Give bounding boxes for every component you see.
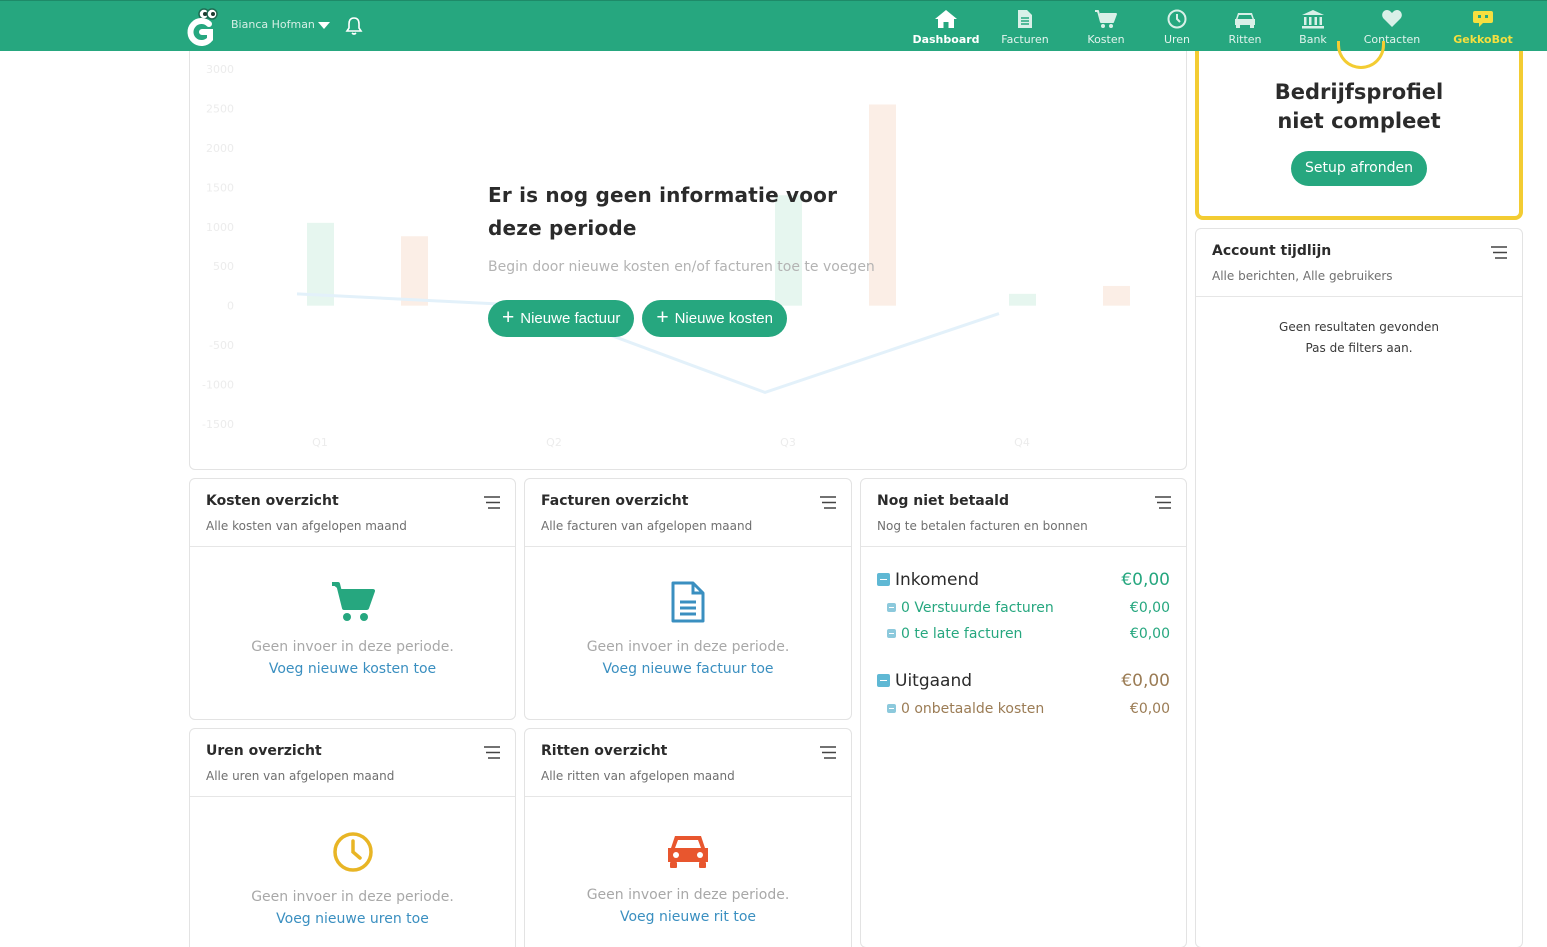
clock-icon bbox=[1167, 9, 1187, 29]
setup-finish-button[interactable]: Setup afronden bbox=[1291, 151, 1427, 186]
no-results-text: Geen resultaten gevonden bbox=[1279, 320, 1439, 334]
late-invoices-row[interactable]: 0 te late facturen €0,00 bbox=[877, 624, 1170, 643]
sent-invoices-row[interactable]: 0 Verstuurde facturen €0,00 bbox=[877, 598, 1170, 617]
heart-icon bbox=[1382, 10, 1402, 27]
plus-icon: + bbox=[656, 306, 669, 329]
incoming-amount: €0,00 bbox=[1121, 569, 1170, 590]
x-tick-label: Q2 bbox=[546, 436, 562, 449]
costs-overview-card: Kosten overzicht Alle kosten van afgelop… bbox=[189, 478, 516, 720]
collapse-icon[interactable] bbox=[887, 603, 896, 612]
outgoing-row[interactable]: Uitgaand €0,00 bbox=[877, 669, 1170, 692]
nav-kosten[interactable]: Kosten bbox=[1066, 1, 1146, 51]
setup-title: Bedrijfsprofiel niet compleet bbox=[1274, 80, 1444, 133]
card-title: Nog niet betaald bbox=[877, 493, 1009, 509]
bank-icon bbox=[1302, 10, 1324, 29]
y-tick-label: 2000 bbox=[206, 142, 234, 155]
card-title: Uren overzicht bbox=[206, 743, 322, 759]
nav-gekkobot[interactable]: GekkoBot bbox=[1440, 1, 1526, 51]
unpaid-costs-row[interactable]: 0 onbetaalde kosten €0,00 bbox=[877, 699, 1170, 718]
x-tick-label: Q1 bbox=[312, 436, 328, 449]
y-tick-label: 1000 bbox=[206, 221, 234, 234]
collapse-icon[interactable] bbox=[887, 629, 896, 638]
collapse-icon[interactable] bbox=[877, 573, 890, 586]
filter-menu-icon[interactable] bbox=[820, 496, 836, 509]
card-subtitle: Alle facturen van afgelopen maand bbox=[541, 519, 753, 533]
document-icon bbox=[1018, 10, 1032, 28]
adjust-filters-text: Pas de filters aan. bbox=[1305, 341, 1413, 355]
setup-card: Bedrijfsprofiel niet compleet Setup afro… bbox=[1195, 41, 1523, 220]
bar-2-q4 bbox=[1103, 285, 1130, 306]
y-tick-label: -500 bbox=[209, 339, 234, 352]
filter-menu-icon[interactable] bbox=[1155, 496, 1171, 509]
card-title: Kosten overzicht bbox=[206, 493, 339, 509]
card-title: Facturen overzicht bbox=[541, 493, 689, 509]
card-subtitle: Nog te betalen facturen en bonnen bbox=[877, 519, 1088, 533]
card-subtitle: Alle ritten van afgelopen maand bbox=[541, 769, 735, 783]
nav-ritten[interactable]: Ritten bbox=[1208, 1, 1282, 51]
y-tick-label: 2500 bbox=[206, 102, 234, 115]
account-timeline-card: Account tijdlijn Alle berichten, Alle ge… bbox=[1195, 228, 1523, 947]
clock-icon bbox=[332, 832, 373, 872]
top-navigation-bar: Bianca Hofman Dashboard Facturen Kosten … bbox=[0, 0, 1547, 51]
filter-menu-icon[interactable] bbox=[484, 496, 500, 509]
card-title: Ritten overzicht bbox=[541, 743, 668, 759]
document-icon bbox=[671, 581, 705, 623]
x-tick-label: Q4 bbox=[1014, 436, 1030, 449]
bar-1-q4 bbox=[1009, 293, 1036, 306]
hours-overview-card: Uren overzicht Alle uren van afgelopen m… bbox=[189, 728, 516, 947]
outgoing-amount: €0,00 bbox=[1121, 670, 1170, 691]
incoming-row[interactable]: Inkomend €0,00 bbox=[877, 568, 1170, 591]
cart-icon bbox=[331, 582, 375, 621]
filter-menu-icon[interactable] bbox=[1491, 246, 1507, 259]
y-tick-label: 1500 bbox=[206, 181, 234, 194]
card-subtitle: Alle berichten, Alle gebruikers bbox=[1212, 269, 1393, 283]
chart-empty-state: Er is nog geen informatie voor deze peri… bbox=[488, 179, 888, 337]
unpaid-card: Nog niet betaald Nog te betalen facturen… bbox=[860, 478, 1187, 947]
y-tick-label: -1000 bbox=[202, 379, 234, 392]
user-name[interactable]: Bianca Hofman bbox=[231, 18, 315, 31]
invoices-overview-card: Facturen overzicht Alle facturen van afg… bbox=[524, 478, 852, 720]
y-tick-label: -1500 bbox=[202, 418, 234, 431]
main-nav: Dashboard Facturen Kosten Uren Ritten Ba… bbox=[908, 1, 1526, 52]
revenue-chart-card: 3000 2500 2000 1500 1000 500 0 -500 -1000 -1500 Q1… bbox=[189, 51, 1187, 470]
setup-progress-icon bbox=[1337, 41, 1385, 69]
empty-state-title: Er is nog geen informatie voor deze peri… bbox=[488, 183, 838, 240]
nav-dashboard[interactable]: Dashboard bbox=[908, 1, 984, 51]
card-subtitle: Alle kosten van afgelopen maand bbox=[206, 519, 407, 533]
gekko-logo-icon[interactable] bbox=[185, 7, 219, 47]
car-icon bbox=[668, 836, 708, 868]
car-icon bbox=[1235, 13, 1255, 28]
collapse-icon[interactable] bbox=[877, 674, 890, 687]
filter-menu-icon[interactable] bbox=[820, 746, 836, 759]
cart-icon bbox=[1095, 10, 1117, 28]
y-tick-label: 3000 bbox=[206, 63, 234, 76]
y-tick-label: 0 bbox=[227, 300, 234, 313]
add-costs-link[interactable]: Voeg nieuwe kosten toe bbox=[269, 661, 436, 677]
card-subtitle: Alle uren van afgelopen maand bbox=[206, 769, 395, 783]
x-tick-label: Q3 bbox=[780, 436, 796, 449]
robot-icon bbox=[1473, 11, 1493, 27]
nav-uren[interactable]: Uren bbox=[1146, 1, 1208, 51]
empty-state-subtitle: Begin door nieuwe kosten en/of facturen … bbox=[488, 259, 875, 275]
y-tick-label: 500 bbox=[213, 260, 234, 273]
chevron-down-icon[interactable] bbox=[318, 21, 330, 30]
add-invoice-link[interactable]: Voeg nieuwe factuur toe bbox=[602, 661, 773, 677]
trips-overview-card: Ritten overzicht Alle ritten van afgelop… bbox=[524, 728, 852, 947]
plus-icon: + bbox=[502, 306, 515, 329]
new-costs-button[interactable]: + Nieuwe kosten bbox=[642, 300, 787, 337]
collapse-icon[interactable] bbox=[887, 704, 896, 713]
nav-bank[interactable]: Bank bbox=[1282, 1, 1344, 51]
nav-facturen[interactable]: Facturen bbox=[984, 1, 1066, 51]
bell-icon[interactable] bbox=[345, 16, 363, 36]
card-title: Account tijdlijn bbox=[1212, 243, 1332, 259]
bar-2-q1 bbox=[401, 236, 428, 306]
filter-menu-icon[interactable] bbox=[484, 746, 500, 759]
add-hours-link[interactable]: Voeg nieuwe uren toe bbox=[276, 911, 429, 927]
home-icon bbox=[935, 10, 957, 28]
new-invoice-button[interactable]: + Nieuwe factuur bbox=[488, 300, 635, 337]
add-trip-link[interactable]: Voeg nieuwe rit toe bbox=[620, 909, 756, 925]
